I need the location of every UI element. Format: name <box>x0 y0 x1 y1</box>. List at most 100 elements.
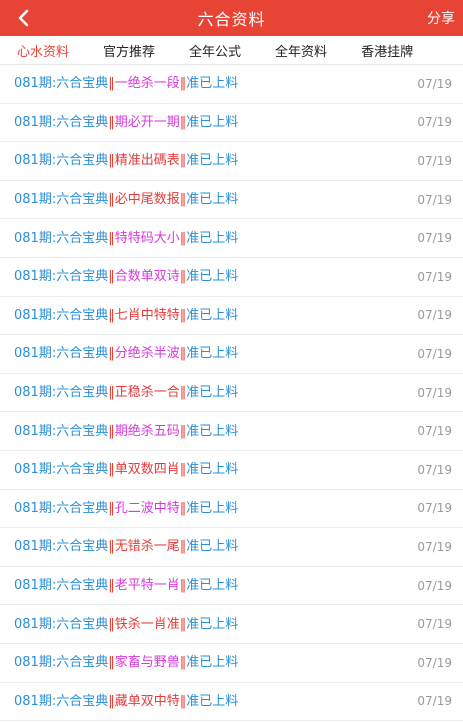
item-suffix: 准已上料 <box>186 153 239 169</box>
share-button[interactable]: 分享 <box>427 0 455 36</box>
item-prefix: 081期:六合宝典 <box>14 423 109 439</box>
item-suffix: 准已上料 <box>186 539 239 555</box>
item-date: 07/19 <box>417 694 452 709</box>
list-item-title: 081期:六合宝典 ‖ 期必开一期 ‖ 准已上料 <box>14 116 238 129</box>
list-item[interactable]: 081期:六合宝典 ‖ 精准出碼表 ‖ 准已上料 07/19 <box>0 142 463 181</box>
top-app-bar: 六合资料 分享 <box>0 0 463 36</box>
tab-quannian-ziliao[interactable]: 全年资料 <box>275 41 327 60</box>
list-item[interactable]: 081期:六合宝典 ‖ 期必开一期 ‖ 准已上料 07/19 <box>0 104 463 143</box>
item-keyword: 铁杀一肖准 <box>114 616 180 632</box>
item-keyword: 无错杀一尾 <box>114 539 180 555</box>
list-item[interactable]: 081期:六合宝典 ‖ 单双数四肖 ‖ 准已上料 07/19 <box>0 451 463 490</box>
item-keyword: 精准出碼表 <box>114 153 180 169</box>
item-date: 07/19 <box>417 231 452 246</box>
list-item[interactable]: 081期:六合宝典 ‖ 藏单双中特 ‖ 准已上料 07/19 <box>0 683 463 722</box>
item-keyword: 家畜与野兽 <box>114 655 180 671</box>
item-date: 07/19 <box>417 115 452 130</box>
item-keyword: 合数单双诗 <box>114 269 180 285</box>
list-item[interactable]: 081期:六合宝典 ‖ 正稳杀一合 ‖ 准已上料 07/19 <box>0 374 463 413</box>
list-item[interactable]: 081期:六合宝典 ‖ 孔二波中特 ‖ 准已上料 07/19 <box>0 490 463 529</box>
list-item[interactable]: 081期:六合宝典 ‖ 分绝杀半波 ‖ 准已上料 07/19 <box>0 335 463 374</box>
list-item-title: 081期:六合宝典 ‖ 老平特一肖 ‖ 准已上料 <box>14 579 238 592</box>
item-suffix: 准已上料 <box>186 500 239 516</box>
list-item-title: 081期:六合宝典 ‖ 一绝杀一段 ‖ 准已上料 <box>14 77 238 90</box>
list-item-title: 081期:六合宝典 ‖ 家畜与野兽 ‖ 准已上料 <box>14 656 238 669</box>
item-prefix: 081期:六合宝典 <box>14 346 109 362</box>
item-prefix: 081期:六合宝典 <box>14 192 109 208</box>
item-keyword: 必中尾数报 <box>114 192 180 208</box>
item-prefix: 081期:六合宝典 <box>14 539 109 555</box>
list-item-title: 081期:六合宝典 ‖ 必中尾数报 ‖ 准已上料 <box>14 193 238 206</box>
list-item-title: 081期:六合宝典 ‖ 孔二波中特 ‖ 准已上料 <box>14 502 238 515</box>
list-item-title: 081期:六合宝典 ‖ 合数单双诗 ‖ 准已上料 <box>14 270 238 283</box>
item-date: 07/19 <box>417 578 452 593</box>
item-suffix: 准已上料 <box>186 346 239 362</box>
item-suffix: 准已上料 <box>186 230 239 246</box>
item-keyword: 特特码大小 <box>114 230 180 246</box>
list-item[interactable]: 081期:六合宝典 ‖ 无错杀一尾 ‖ 准已上料 07/19 <box>0 528 463 567</box>
item-keyword: 七肖中特特 <box>114 307 180 323</box>
item-date: 07/19 <box>417 269 452 284</box>
item-prefix: 081期:六合宝典 <box>14 230 109 246</box>
item-suffix: 准已上料 <box>186 192 239 208</box>
list-item-title: 081期:六合宝典 ‖ 期绝杀五码 ‖ 准已上料 <box>14 425 238 438</box>
tab-xianggang-guapai[interactable]: 香港挂牌 <box>361 41 413 60</box>
item-date: 07/19 <box>417 655 452 670</box>
item-suffix: 准已上料 <box>186 462 239 478</box>
item-suffix: 准已上料 <box>186 578 239 594</box>
list-item[interactable]: 081期:六合宝典 ‖ 老平特一肖 ‖ 准已上料 07/19 <box>0 567 463 606</box>
item-date: 07/19 <box>417 385 452 400</box>
list-item[interactable]: 081期:六合宝典 ‖ 期绝杀五码 ‖ 准已上料 07/19 <box>0 412 463 451</box>
tab-xinshui[interactable]: 心水资料 <box>17 41 69 60</box>
list-item-title: 081期:六合宝典 ‖ 特特码大小 ‖ 准已上料 <box>14 232 238 245</box>
item-prefix: 081期:六合宝典 <box>14 500 109 516</box>
tab-guanfang[interactable]: 官方推荐 <box>103 41 155 60</box>
list-item[interactable]: 081期:六合宝典 ‖ 合数单双诗 ‖ 准已上料 07/19 <box>0 258 463 297</box>
list-item[interactable]: 081期:六合宝典 ‖ 必中尾数报 ‖ 准已上料 07/19 <box>0 181 463 220</box>
back-button[interactable] <box>10 0 36 36</box>
item-suffix: 准已上料 <box>186 385 239 401</box>
list-item[interactable]: 081期:六合宝典 ‖ 特特码大小 ‖ 准已上料 07/19 <box>0 219 463 258</box>
item-keyword: 孔二波中特 <box>114 500 180 516</box>
item-prefix: 081期:六合宝典 <box>14 385 109 401</box>
item-prefix: 081期:六合宝典 <box>14 114 109 130</box>
list-item-title: 081期:六合宝典 ‖ 分绝杀半波 ‖ 准已上料 <box>14 347 238 360</box>
item-prefix: 081期:六合宝典 <box>14 462 109 478</box>
list-item-title: 081期:六合宝典 ‖ 单双数四肖 ‖ 准已上料 <box>14 463 238 476</box>
item-suffix: 准已上料 <box>186 655 239 671</box>
item-prefix: 081期:六合宝典 <box>14 693 109 709</box>
item-keyword: 正稳杀一合 <box>114 385 180 401</box>
item-date: 07/19 <box>417 617 452 632</box>
item-keyword: 期绝杀五码 <box>114 423 180 439</box>
list-item[interactable]: 081期:六合宝典 ‖ 七肖中特特 ‖ 准已上料 07/19 <box>0 297 463 336</box>
item-date: 07/19 <box>417 192 452 207</box>
item-date: 07/19 <box>417 76 452 91</box>
list-item[interactable]: 081期:六合宝典 ‖ 铁杀一肖准 ‖ 准已上料 07/19 <box>0 605 463 644</box>
list-item[interactable]: 081期:六合宝典 ‖ 一绝杀一段 ‖ 准已上料 07/19 <box>0 65 463 104</box>
tab-quannian-gongshi[interactable]: 全年公式 <box>189 41 241 60</box>
list-item-title: 081期:六合宝典 ‖ 无错杀一尾 ‖ 准已上料 <box>14 540 238 553</box>
item-suffix: 准已上料 <box>186 114 239 130</box>
list-item-title: 081期:六合宝典 ‖ 正稳杀一合 ‖ 准已上料 <box>14 386 238 399</box>
item-prefix: 081期:六合宝典 <box>14 655 109 671</box>
list-item-title: 081期:六合宝典 ‖ 铁杀一肖准 ‖ 准已上料 <box>14 618 238 631</box>
item-suffix: 准已上料 <box>186 307 239 323</box>
item-keyword: 单双数四肖 <box>114 462 180 478</box>
list-item-title: 081期:六合宝典 ‖ 精准出碼表 ‖ 准已上料 <box>14 154 238 167</box>
item-keyword: 一绝杀一段 <box>114 76 180 92</box>
list-item-title: 081期:六合宝典 ‖ 藏单双中特 ‖ 准已上料 <box>14 695 238 708</box>
item-suffix: 准已上料 <box>186 76 239 92</box>
item-prefix: 081期:六合宝典 <box>14 76 109 92</box>
list-item[interactable]: 081期:六合宝典 ‖ 家畜与野兽 ‖ 准已上料 07/19 <box>0 644 463 683</box>
item-suffix: 准已上料 <box>186 269 239 285</box>
page-title: 六合资料 <box>197 10 266 29</box>
item-date: 07/19 <box>417 308 452 323</box>
article-list: 081期:六合宝典 ‖ 一绝杀一段 ‖ 准已上料 07/19 081期:六合宝典 ‖ 期必开一期… <box>0 65 463 722</box>
item-prefix: 081期:六合宝典 <box>14 616 109 632</box>
item-date: 07/19 <box>417 462 452 477</box>
item-keyword: 老平特一肖 <box>114 578 180 594</box>
item-date: 07/19 <box>417 539 452 554</box>
list-item-title: 081期:六合宝典 ‖ 七肖中特特 ‖ 准已上料 <box>14 309 238 322</box>
item-prefix: 081期:六合宝典 <box>14 578 109 594</box>
item-suffix: 准已上料 <box>186 616 239 632</box>
